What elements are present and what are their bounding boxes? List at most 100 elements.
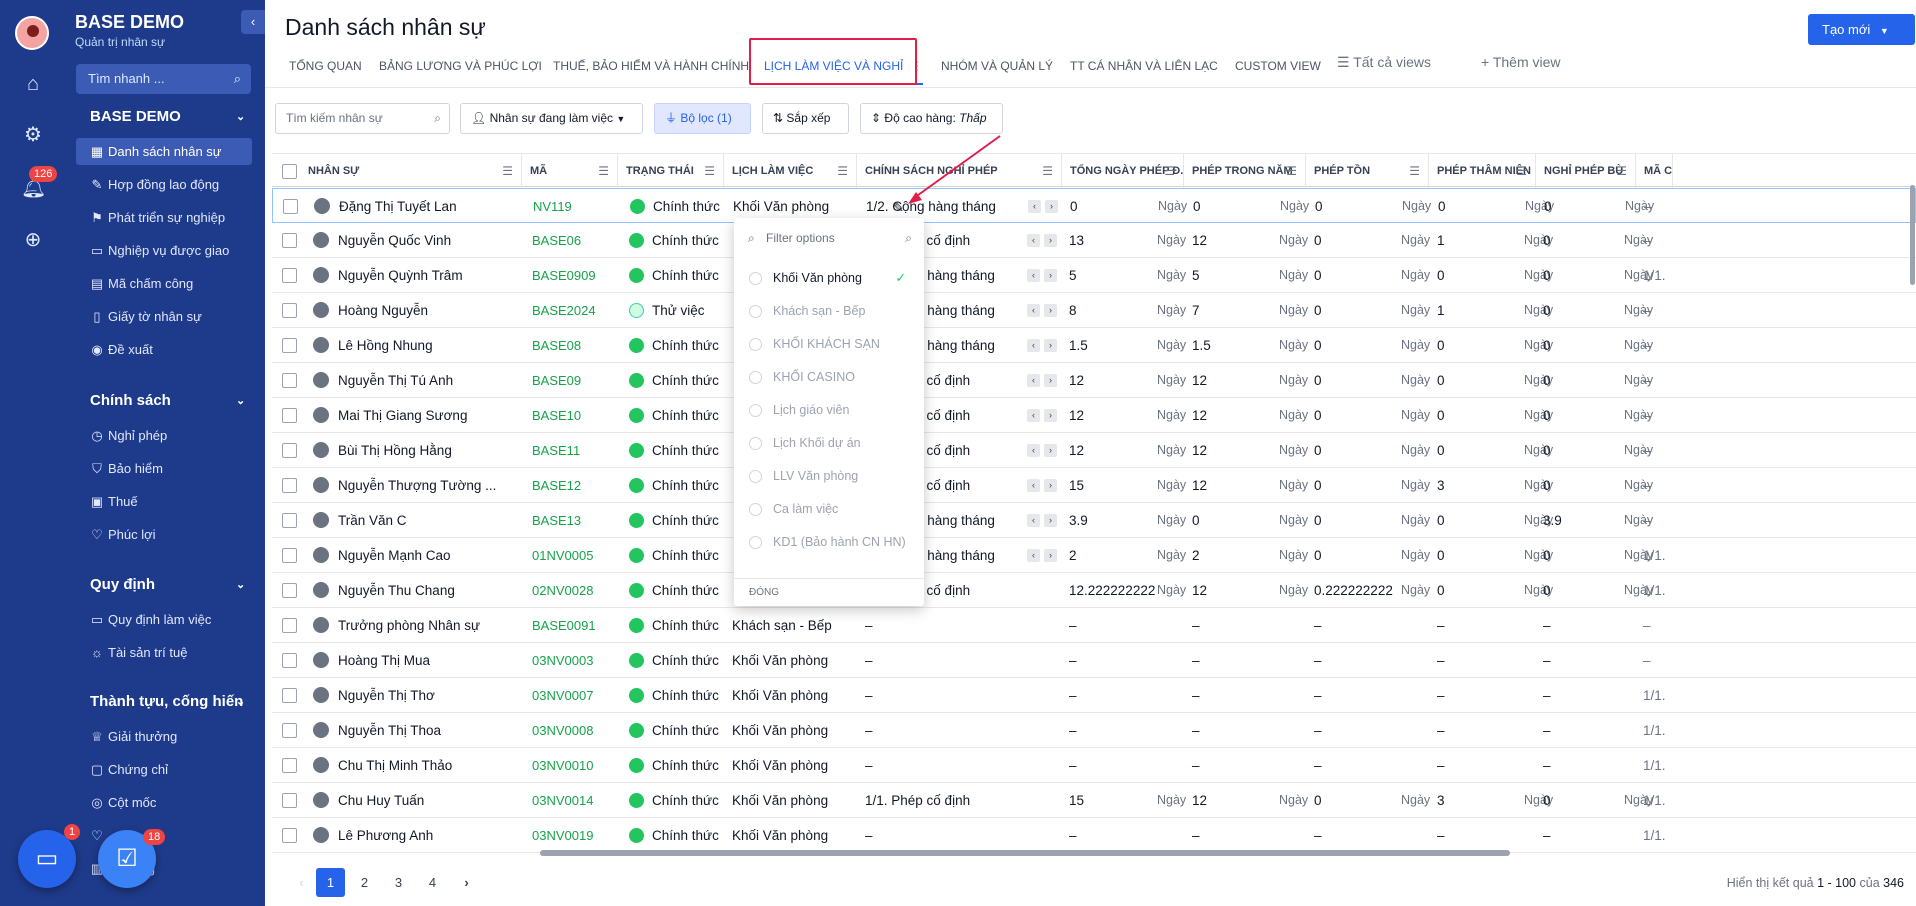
row-checkbox[interactable] [282,233,297,248]
total-cell[interactable]: – [1069,818,1077,853]
column-header[interactable]: NGHỈ PHÉP BÙ ☰ [1536,154,1636,188]
senior-cell[interactable]: 3 [1437,468,1445,503]
schedule-cell[interactable]: Khối Văn phòng [732,643,828,678]
comp-cell[interactable]: – [1543,643,1551,678]
table-row[interactable]: Hoàng Nguyễn BASE2024 Thử việc 1/2. Cộng hà… [272,293,1916,328]
senior-cell[interactable]: – [1437,608,1445,643]
row-checkbox[interactable] [282,688,297,703]
chevron-right-icon[interactable]: › [1044,514,1057,527]
chevron-right-icon[interactable]: › [1044,304,1057,317]
policy-stepper[interactable]: ‹ › [1027,549,1061,562]
year-cell[interactable]: – [1192,608,1200,643]
table-row[interactable]: Nguyễn Mạnh Cao 01NV0005 Chính thức 1/2. Cộ… [272,538,1916,573]
dropdown-option[interactable]: LLV Văn phòng [734,460,924,493]
page-1[interactable]: 1 [316,868,345,897]
comp-cell[interactable]: 0 [1543,573,1551,608]
employee-name[interactable]: Bùi Thị Hồng Hằng [338,433,508,468]
comp-cell[interactable]: – [1543,678,1551,713]
total-cell[interactable]: – [1069,608,1077,643]
column-header[interactable]: TRẠNG THÁI ☰ [618,154,724,188]
tab-custom-view[interactable]: CUSTOM VIEW [1235,59,1321,73]
employee-name[interactable]: Nguyễn Thị Thoa [338,713,508,748]
senior-cell[interactable]: 0 [1437,398,1445,433]
employee-name[interactable]: Nguyễn Quỳnh Trâm [338,258,508,293]
table-row[interactable]: Lê Hồng Nhung BASE08 Chính thức 1/2. Cộng h… [272,328,1916,363]
total-cell[interactable]: 5 [1069,258,1077,293]
sidebar-section-title[interactable]: Quy định ⌄ [90,576,245,593]
column-header[interactable]: MÃ ☰ [522,154,618,188]
sidebar-item[interactable]: ◉ Đề xuất [76,336,252,363]
comp-cell[interactable]: – [1543,748,1551,783]
prev-page-icon[interactable]: ‹ [287,868,316,897]
vertical-scrollbar[interactable] [1910,185,1915,285]
employee-name[interactable]: Hoàng Nguyễn [338,293,508,328]
leave-policy-cell[interactable]: – [865,713,873,748]
year-cell[interactable]: 12 [1192,433,1207,468]
quick-search-input[interactable]: Tìm nhanh ... ⌕ [76,64,251,94]
remain-cell[interactable]: 0 [1314,783,1322,818]
row-checkbox[interactable] [282,408,297,423]
horizontal-scrollbar[interactable] [540,850,1510,856]
filter-button[interactable]: ⏚ Bộ lọc (1) [654,103,751,134]
chevron-right-icon[interactable]: › [1044,409,1057,422]
senior-cell[interactable]: – [1437,713,1445,748]
row-checkbox[interactable] [282,268,297,283]
policy-stepper[interactable]: ‹ › [1027,269,1061,282]
column-header[interactable]: PHÉP TRONG NĂM ☰ [1184,154,1306,188]
dropdown-option[interactable]: Ca làm việc [734,493,924,526]
table-row[interactable]: Chu Huy Tuấn 03NV0014 Chính thức Khối Văn p… [272,783,1916,818]
year-cell[interactable]: 12 [1192,363,1207,398]
user-avatar[interactable] [15,16,49,50]
year-cell[interactable]: 12 [1192,573,1207,608]
senior-cell[interactable]: 0 [1437,433,1445,468]
add-view-button[interactable]: + Thêm view [1481,54,1561,70]
column-filter-icon[interactable]: ☰ [598,154,609,188]
employee-search-input[interactable]: Tìm kiếm nhân sự ⌕ [275,103,450,134]
comp-cell[interactable]: – [1543,818,1551,853]
table-row[interactable]: Lê Phương Anh 03NV0019 Chính thức Khối Văn … [272,818,1916,853]
comp-cell[interactable]: 0 [1543,328,1551,363]
page-2[interactable]: 2 [350,868,379,897]
remain-cell[interactable]: – [1314,643,1322,678]
sidebar-section-title[interactable]: Thành tựu, cống hiến ⌄ [90,693,245,710]
senior-cell[interactable]: 0 [1437,363,1445,398]
policy-stepper[interactable]: ‹ › [1027,234,1061,247]
table-row[interactable]: Trần Văn C BASE13 Chính thức 1/2. Cộng hàng… [272,503,1916,538]
remain-cell[interactable]: 0.222222222 [1314,573,1393,608]
chevron-left-icon[interactable]: ‹ [1027,339,1040,352]
dropdown-option[interactable]: KD1 (Bảo hành CN HN) [734,526,924,559]
leave-policy-cell[interactable]: – [865,643,873,678]
column-header[interactable]: TỔNG NGÀY PHÉP Đ... ☰ [1062,154,1184,188]
comp-cell[interactable]: 3.9 [1543,503,1562,538]
chevron-left-icon[interactable]: ‹ [1027,409,1040,422]
filter-options-input[interactable]: ⌕ Filter options ⌕ [744,226,914,250]
employee-name[interactable]: Mai Thị Giang Sương [338,398,508,433]
leave-policy-cell[interactable]: – [865,818,873,853]
leave-policy-cell[interactable]: – [865,678,873,713]
remain-cell[interactable]: 0 [1314,538,1322,573]
chevron-right-icon[interactable]: › [1044,549,1057,562]
chevron-right-icon[interactable]: › [1045,200,1058,213]
sidebar-item[interactable]: ▢ Chứng chỉ [76,756,252,783]
sidebar-item[interactable]: ⛉ Bảo hiểm [76,455,252,482]
table-row[interactable]: Nguyễn Thị Thơ 03NV0007 Chính thức Khối Văn… [272,678,1916,713]
year-cell[interactable]: 2 [1192,538,1200,573]
status-filter-select[interactable]: 👤︎ Nhân sự đang làm việc ▼ [460,103,643,134]
total-cell[interactable]: 3.9 [1069,503,1088,538]
table-row[interactable]: Nguyễn Quốc VinhBASE06Chính thức1/2. Phé… [272,223,1916,258]
tab-group-management[interactable]: NHÓM VÀ QUẢN LÝ [941,59,1053,73]
table-row[interactable]: Nguyễn Thu Chang02NV0028Chính thức1/1. P… [272,573,1916,608]
dropdown-option[interactable]: Lịch Khối dự án [734,427,924,460]
total-cell[interactable]: 1.5 [1069,328,1088,363]
chevron-right-icon[interactable]: › [1044,269,1057,282]
leave-policy-cell[interactable]: 1/1. Phép cố định [865,783,970,818]
chevron-left-icon[interactable]: ‹ [1027,269,1040,282]
next-page-icon[interactable]: › [452,868,481,897]
row-checkbox[interactable] [282,793,297,808]
chevron-right-icon[interactable]: › [1044,479,1057,492]
column-header[interactable]: LỊCH LÀM VIỆC ☰ [724,154,857,188]
policy-stepper[interactable]: ‹ › [1027,304,1061,317]
row-checkbox[interactable] [282,443,297,458]
year-cell[interactable]: 12 [1192,783,1207,818]
comp-cell[interactable]: 0 [1543,363,1551,398]
